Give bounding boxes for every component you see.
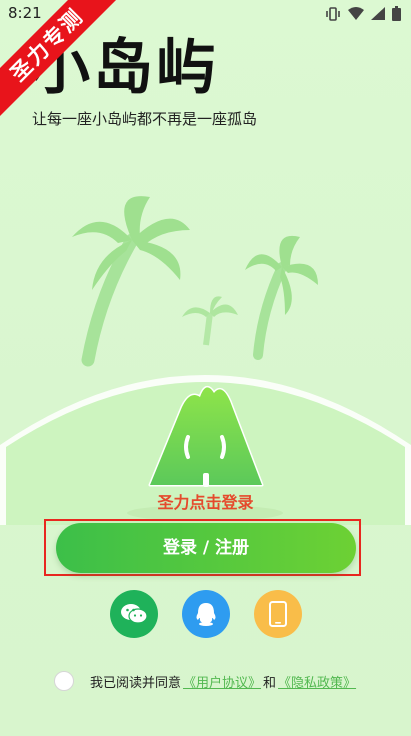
signal-icon xyxy=(371,7,385,20)
mascot-caption[interactable]: 圣力点击登录 xyxy=(0,489,411,513)
agreement-checkbox[interactable] xyxy=(54,671,74,691)
battery-icon xyxy=(392,6,401,21)
login-register-button[interactable]: 登录 / 注册 xyxy=(56,523,356,573)
wifi-icon xyxy=(348,7,364,20)
user-agreement-link[interactable]: 《用户协议》 xyxy=(183,672,261,691)
agreement-conjunction: 和 xyxy=(263,675,277,691)
phone-icon xyxy=(269,601,287,627)
wechat-login-button[interactable] xyxy=(110,590,158,638)
qq-icon xyxy=(196,603,216,626)
agreement-row: 我已阅读并同意 《用户协议》 和 《隐私政策》 xyxy=(54,671,358,691)
test-ribbon: 圣力专测 xyxy=(0,0,120,120)
agreement-prefix: 我已阅读并同意 xyxy=(90,675,182,691)
wechat-icon xyxy=(121,604,148,624)
palm-tree-right xyxy=(245,235,318,360)
test-ribbon-label: 圣力专测 xyxy=(0,0,120,118)
island-illustration xyxy=(0,196,411,525)
privacy-policy-link[interactable]: 《隐私政策》 xyxy=(278,672,356,691)
palm-tree-small xyxy=(182,296,238,346)
status-icons xyxy=(325,6,401,21)
phone-login-button[interactable] xyxy=(254,590,302,638)
vibrate-icon xyxy=(326,6,340,21)
palm-tree-left xyxy=(72,196,190,367)
qq-login-button[interactable] xyxy=(182,590,230,638)
